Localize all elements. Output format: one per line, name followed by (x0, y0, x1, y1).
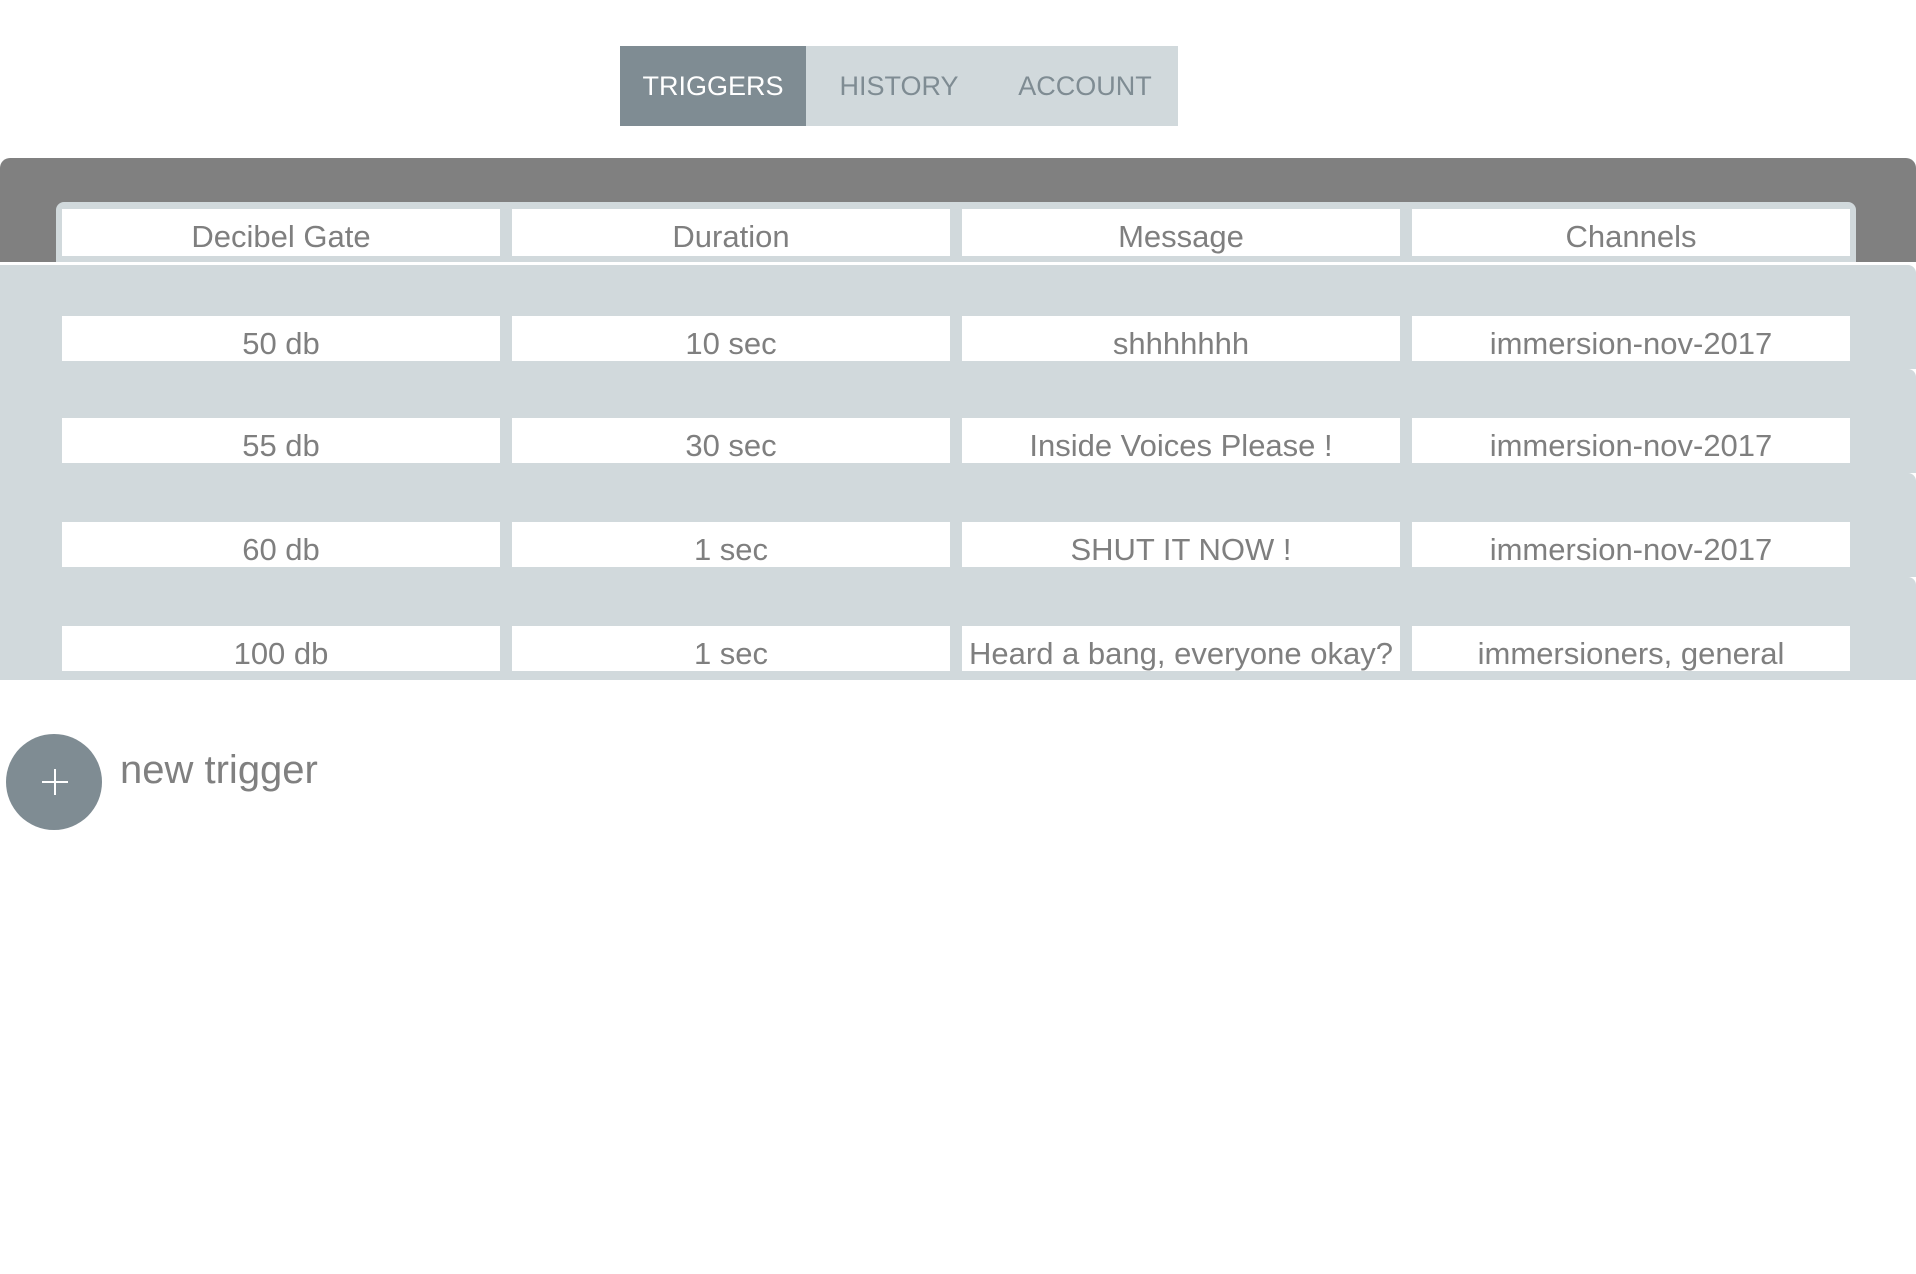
tab-history[interactable]: HISTORY (806, 46, 992, 126)
cell-duration[interactable]: 1 sec (512, 626, 950, 674)
cell-channels[interactable]: immersion-nov-2017 (1412, 316, 1850, 364)
cell-decibel-gate[interactable]: 55 db (62, 418, 500, 466)
tab-account[interactable]: ACCOUNT (992, 46, 1178, 126)
cell-message[interactable]: SHUT IT NOW ! (962, 522, 1400, 570)
tab-bar: TRIGGERS HISTORY ACCOUNT (620, 46, 1178, 126)
cell-message[interactable]: Heard a bang, everyone okay? (962, 626, 1400, 674)
cell-duration[interactable]: 1 sec (512, 522, 950, 570)
column-header-channels: Channels (1412, 209, 1850, 259)
cell-channels[interactable]: immersioners, general (1412, 626, 1850, 674)
cell-decibel-gate[interactable]: 100 db (62, 626, 500, 674)
column-header-decibel-gate: Decibel Gate (62, 209, 500, 259)
column-header-duration: Duration (512, 209, 950, 259)
cell-message[interactable]: shhhhhhh (962, 316, 1400, 364)
cell-message[interactable]: Inside Voices Please ! (962, 418, 1400, 466)
cell-decibel-gate[interactable]: 60 db (62, 522, 500, 570)
cell-duration[interactable]: 30 sec (512, 418, 950, 466)
cell-decibel-gate[interactable]: 50 db (62, 316, 500, 364)
triggers-page: TRIGGERS HISTORY ACCOUNT Decibel Gate Du… (0, 0, 1916, 1274)
new-trigger-button[interactable] (6, 734, 102, 830)
new-trigger-label[interactable]: new trigger (120, 748, 318, 793)
cell-channels[interactable]: immersion-nov-2017 (1412, 418, 1850, 466)
cell-duration[interactable]: 10 sec (512, 316, 950, 364)
column-header-message: Message (962, 209, 1400, 259)
tab-triggers[interactable]: TRIGGERS (620, 46, 806, 126)
cell-channels[interactable]: immersion-nov-2017 (1412, 522, 1850, 570)
